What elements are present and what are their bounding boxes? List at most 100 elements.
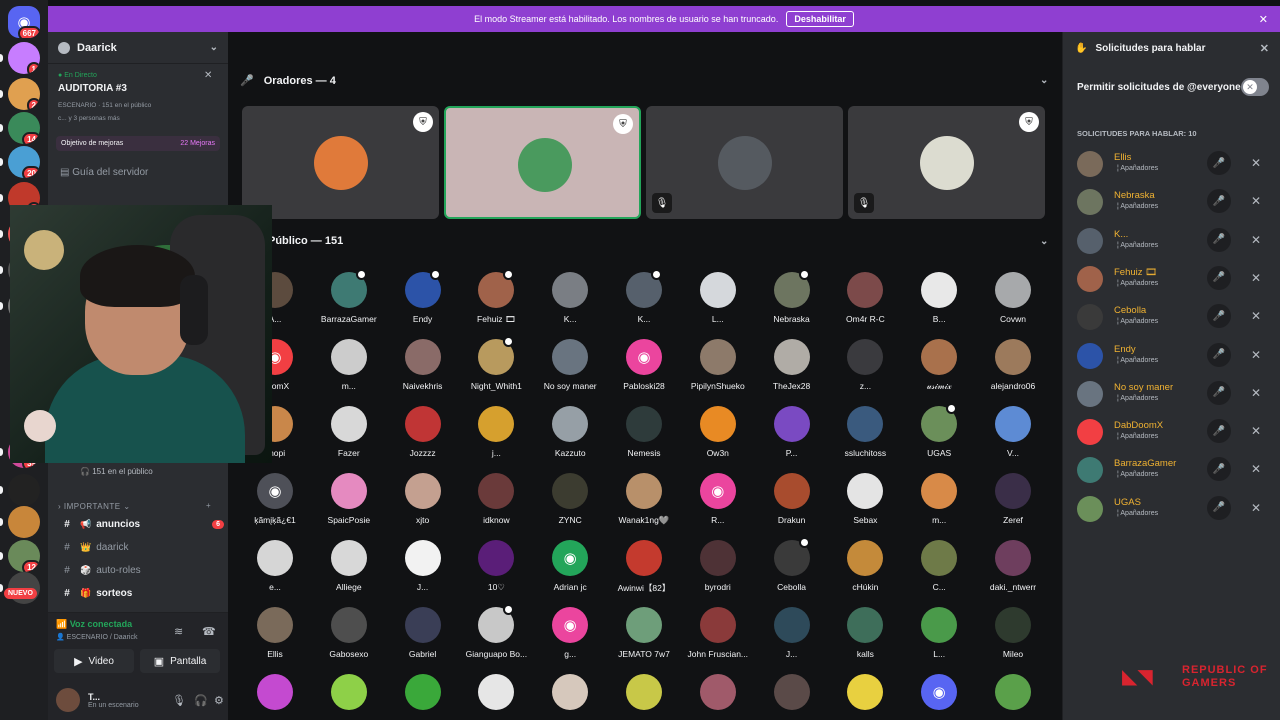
audience-member[interactable]: PipilynShueko bbox=[682, 339, 754, 391]
audience-member[interactable] bbox=[313, 674, 385, 710]
audience-member[interactable]: J... bbox=[387, 540, 459, 592]
audience-member[interactable]: daki._ntwerr bbox=[977, 540, 1049, 592]
reject-request-button[interactable]: ✕ bbox=[1244, 228, 1268, 252]
audience-member[interactable]: Covwn bbox=[977, 272, 1049, 324]
audience-member[interactable] bbox=[239, 674, 311, 710]
audience-member[interactable]: K... bbox=[608, 269, 680, 324]
accept-request-button[interactable]: 🎤 bbox=[1207, 457, 1231, 482]
audience-member[interactable]: Alliege bbox=[313, 540, 385, 592]
server-icon[interactable]: 12 bbox=[8, 540, 40, 572]
accept-request-button[interactable]: 🎤 bbox=[1207, 151, 1231, 175]
speaker-tile[interactable]: ⛨ bbox=[444, 106, 641, 219]
chevron-down-icon[interactable]: ⌄ bbox=[1040, 236, 1048, 247]
audience-member[interactable]: Nebraska bbox=[756, 269, 828, 324]
audience-member[interactable]: Fazer bbox=[313, 406, 385, 458]
accept-request-button[interactable]: 🎤 bbox=[1207, 227, 1231, 252]
audience-member[interactable]: j... bbox=[460, 406, 532, 458]
speaker-tile[interactable]: ⛨ 🎙 bbox=[848, 106, 1045, 219]
accept-request-button[interactable]: 🎤 bbox=[1207, 419, 1231, 444]
audience-member[interactable]: ◉ R... bbox=[682, 473, 754, 525]
audience-member[interactable]: ◉ ķãmįķã¿€1 bbox=[239, 473, 311, 525]
server-icon[interactable]: 14 bbox=[8, 112, 40, 144]
audience-member[interactable]: L... bbox=[903, 607, 975, 659]
audience-member[interactable]: m... bbox=[903, 473, 975, 525]
audience-member[interactable]: SpaicPosie bbox=[313, 473, 385, 525]
server-guide-link[interactable]: ▤ Guía del servidor bbox=[48, 157, 228, 188]
audience-member[interactable]: ◉ bbox=[903, 674, 975, 710]
home-button[interactable]: ◉ 667 bbox=[8, 6, 40, 38]
audience-member[interactable] bbox=[387, 674, 459, 710]
server-icon[interactable]: 1 bbox=[8, 42, 40, 74]
audience-member[interactable]: No soy maner bbox=[534, 339, 606, 391]
audience-member[interactable]: Awinwi【82】 bbox=[608, 540, 680, 594]
audience-member[interactable]: e... bbox=[239, 540, 311, 592]
speaker-tile[interactable]: ⛨ bbox=[242, 106, 439, 219]
audience-member[interactable]: C... bbox=[903, 540, 975, 592]
server-icon[interactable]: 2 bbox=[8, 78, 40, 110]
audience-member[interactable]: Jozzzz bbox=[387, 406, 459, 458]
reject-request-button[interactable]: ✕ bbox=[1244, 419, 1268, 443]
accept-request-button[interactable]: 🎤 bbox=[1207, 380, 1231, 405]
reject-request-button[interactable]: ✕ bbox=[1244, 457, 1268, 481]
audience-member[interactable]: byrodri bbox=[682, 540, 754, 592]
audience-member[interactable]: ssluchitoss bbox=[829, 406, 901, 458]
mic-icon[interactable]: 🎙 bbox=[172, 694, 186, 707]
audience-member[interactable] bbox=[682, 674, 754, 710]
server-icon[interactable] bbox=[8, 474, 40, 506]
screen-button[interactable]: ▣ Pantalla bbox=[140, 649, 220, 673]
audience-member[interactable]: Nemesis bbox=[608, 406, 680, 458]
audience-member[interactable]: Sebax bbox=[829, 473, 901, 525]
user-panel[interactable]: T... En un escenario 🎙 🎧 ⚙ bbox=[48, 679, 228, 720]
audience-member[interactable]: Ellis bbox=[239, 607, 311, 659]
speaker-tile[interactable]: 🎙 bbox=[646, 106, 843, 219]
accept-request-button[interactable]: 🎤 bbox=[1207, 495, 1231, 520]
audience-member[interactable]: alejandro06 bbox=[977, 339, 1049, 391]
audience-member[interactable]: B... bbox=[903, 272, 975, 324]
audience-member[interactable]: P... bbox=[756, 406, 828, 458]
audience-member[interactable]: Kazzuto bbox=[534, 406, 606, 458]
audience-member[interactable]: BarrazaGamer bbox=[313, 269, 385, 324]
audience-member[interactable]: ZYNC bbox=[534, 473, 606, 525]
audience-member[interactable]: UGAS bbox=[903, 403, 975, 458]
audience-member[interactable]: 10♡ bbox=[460, 540, 532, 593]
audience-member[interactable]: xjto bbox=[387, 473, 459, 525]
server-icon[interactable]: 20 bbox=[8, 146, 40, 178]
disable-streamer-button[interactable]: Deshabilitar bbox=[786, 11, 854, 27]
channel-item[interactable]: # 👑 daarick bbox=[56, 537, 224, 557]
reject-request-button[interactable]: ✕ bbox=[1244, 151, 1268, 175]
server-icon[interactable] bbox=[8, 506, 40, 538]
audience-member[interactable]: ◉ g... bbox=[534, 607, 606, 659]
audience-member[interactable]: Mileo bbox=[977, 607, 1049, 659]
reject-request-button[interactable]: ✕ bbox=[1244, 189, 1268, 213]
gear-icon[interactable]: ⚙ bbox=[214, 694, 224, 707]
accept-request-button[interactable]: 🎤 bbox=[1207, 265, 1231, 290]
headphones-icon[interactable]: 🎧 bbox=[194, 694, 208, 707]
audience-member[interactable]: 𝓊𝓈𝒾𝓂𝒾𝓍 bbox=[903, 339, 975, 392]
video-button[interactable]: ▶ Video bbox=[54, 649, 134, 673]
audience-member[interactable]: z... bbox=[829, 339, 901, 391]
audience-member[interactable]: Gabriel bbox=[387, 607, 459, 659]
accept-request-button[interactable]: 🎤 bbox=[1207, 342, 1231, 367]
noise-suppression-icon[interactable]: ≋ bbox=[174, 625, 183, 638]
server-header[interactable]: Daarick ⌄ bbox=[48, 32, 228, 64]
audience-member[interactable]: L... bbox=[682, 272, 754, 324]
audience-member[interactable]: ◉ Pabloski28 bbox=[608, 339, 680, 391]
audience-member[interactable]: ◉ Adrian jc bbox=[534, 540, 606, 592]
public-header[interactable]: Público — 151 ⌄ bbox=[268, 235, 1048, 247]
speakers-header[interactable]: 🎤 Oradores — 4 ⌄ bbox=[240, 74, 1048, 88]
live-stage-card[interactable]: ● En Directo AUDITORIA #3 ESCENARIO · 15… bbox=[48, 64, 228, 130]
audience-member[interactable]: m... bbox=[313, 339, 385, 391]
audience-member[interactable] bbox=[534, 674, 606, 710]
disconnect-icon[interactable]: ☎ bbox=[202, 625, 216, 638]
audience-member[interactable]: Fehuiz 🎞 bbox=[460, 269, 532, 325]
audience-member[interactable]: cHúkin bbox=[829, 540, 901, 592]
channel-item[interactable]: # 🎁 sorteos bbox=[56, 583, 224, 603]
audience-member[interactable]: Endy bbox=[387, 269, 459, 324]
audience-member[interactable] bbox=[977, 674, 1049, 710]
audience-member[interactable] bbox=[460, 674, 532, 710]
audience-member[interactable] bbox=[608, 674, 680, 710]
audience-member[interactable]: TheJex28 bbox=[756, 339, 828, 391]
audience-member[interactable]: Zeref bbox=[977, 473, 1049, 525]
audience-member[interactable]: idknow bbox=[460, 473, 532, 525]
audience-member[interactable]: Ow3n bbox=[682, 406, 754, 458]
